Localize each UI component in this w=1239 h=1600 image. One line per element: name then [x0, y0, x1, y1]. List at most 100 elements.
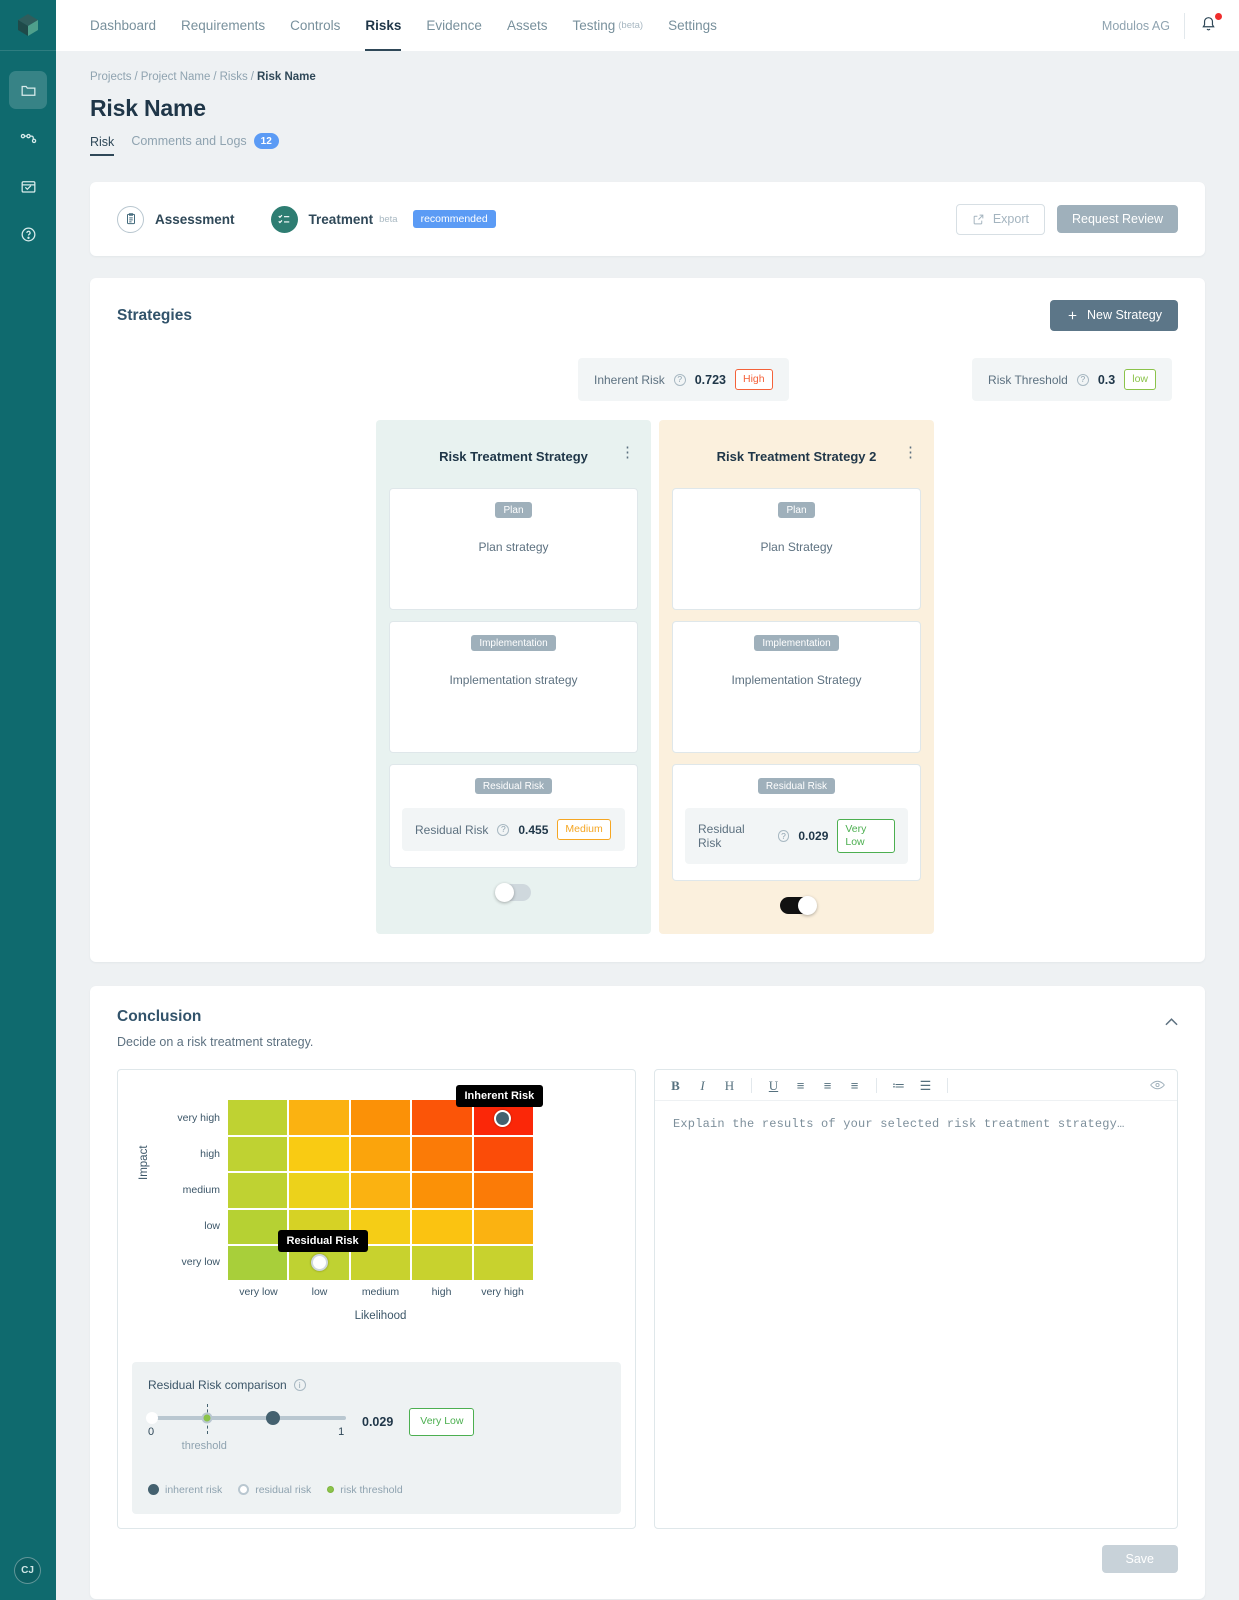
residual-risk-tag: Residual Risk [758, 778, 835, 794]
underline-icon[interactable]: U [765, 1079, 782, 1092]
help-icon[interactable]: ? [778, 830, 790, 842]
question-circle-icon [19, 225, 38, 244]
plan-tag: Plan [495, 502, 531, 518]
matrix-cell [351, 1100, 410, 1134]
slider-handle-inherent[interactable] [266, 1411, 280, 1425]
y-tick: very high [177, 1112, 220, 1124]
slider-scale: 0 1 threshold [148, 1426, 346, 1456]
nav-dashboard[interactable]: Dashboard [90, 0, 156, 51]
toolbar-divider [947, 1078, 948, 1093]
y-tick: very low [181, 1256, 220, 1268]
residual-risk-value: 0.455 [518, 823, 548, 837]
sidebar-item-catalog[interactable] [9, 167, 47, 205]
export-button[interactable]: Export [956, 204, 1045, 235]
nav-label: Settings [668, 18, 717, 33]
help-icon[interactable]: ? [497, 824, 509, 836]
nav-requirements[interactable]: Requirements [181, 0, 265, 51]
slider-max-label: 1 [338, 1426, 344, 1438]
notifications-button[interactable] [1199, 14, 1221, 38]
nav-assets[interactable]: Assets [507, 0, 548, 51]
align-center-icon[interactable]: ≡ [819, 1079, 836, 1092]
nav-testing[interactable]: Testing (beta) [572, 0, 643, 51]
breadcrumb-project-name[interactable]: Project Name [141, 71, 211, 83]
strategies-title: Strategies [117, 307, 192, 325]
bullet-list-icon[interactable]: ☰ [917, 1079, 934, 1092]
x-tick: very low [228, 1286, 289, 1298]
nav-controls[interactable]: Controls [290, 0, 340, 51]
legend-label: inherent risk [165, 1484, 222, 1496]
step-treatment-beta: beta [379, 214, 398, 225]
strategy-1-toggle-wrap [389, 884, 638, 901]
checklist-icon [271, 206, 298, 233]
conclusion-collapse-icon[interactable] [1165, 1014, 1178, 1029]
toggle-knob [798, 896, 817, 915]
nav-settings[interactable]: Settings [668, 0, 717, 51]
conclusion-textarea-placeholder[interactable]: Explain the results of your selected ris… [655, 1101, 1177, 1147]
strategy-1-implementation-panel[interactable]: Implementation Implementation strategy [389, 621, 638, 753]
risk-matrix-panel: Impact very high high medium low very lo… [117, 1069, 636, 1528]
matrix-x-ticks: very low low medium high very high [228, 1286, 533, 1298]
tab-comments-and-logs[interactable]: Comments and Logs 12 [131, 133, 278, 156]
nav-label: Dashboard [90, 18, 156, 33]
risk-summary-row: Inherent Risk ? 0.723 High Risk Threshol… [117, 358, 1178, 401]
save-button[interactable]: Save [1102, 1545, 1179, 1574]
strategy-2-residual-panel: Residual Risk Residual Risk ? 0.029 Very… [672, 764, 921, 881]
nav-beta-tag: (beta) [618, 20, 643, 31]
info-icon[interactable]: i [294, 1379, 306, 1391]
strategy-1-select-toggle[interactable] [497, 884, 531, 901]
sidebar-items [9, 71, 47, 253]
nav-risks[interactable]: Risks [365, 0, 401, 51]
sidebar-item-projects[interactable] [9, 71, 47, 109]
risk-threshold-label: Risk Threshold [988, 373, 1068, 387]
strategy-1-plan-panel[interactable]: Plan Plan strategy [389, 488, 638, 610]
legend-dot-threshold [327, 1486, 334, 1493]
implementation-text: Implementation strategy [402, 673, 625, 687]
x-tick: very high [472, 1286, 533, 1298]
help-icon[interactable]: ? [1077, 374, 1089, 386]
assessment-treatment-bar: Assessment Treatment beta recommended [90, 182, 1205, 256]
breadcrumb-risks[interactable]: Risks [220, 71, 248, 83]
heading-icon[interactable]: H [721, 1079, 738, 1092]
strategy-2-implementation-panel[interactable]: Implementation Implementation Strategy [672, 621, 921, 753]
chart-legend: inherent risk residual risk risk thresho… [148, 1484, 605, 1496]
sitemap-icon [19, 129, 38, 148]
new-strategy-button[interactable]: New Strategy [1050, 300, 1178, 331]
request-review-button[interactable]: Request Review [1057, 205, 1178, 234]
step-assessment[interactable]: Assessment [117, 206, 235, 233]
inherent-risk-marker[interactable] [494, 1110, 511, 1127]
matrix-cell [412, 1173, 471, 1207]
slider-handle-min[interactable] [146, 1412, 158, 1424]
legend-label: residual risk [255, 1484, 311, 1496]
italic-icon[interactable]: I [694, 1079, 711, 1092]
matrix-cell [412, 1137, 471, 1171]
matrix-cell [474, 1210, 533, 1244]
breadcrumb-projects[interactable]: Projects [90, 71, 132, 83]
sidebar-item-workflows[interactable] [9, 119, 47, 157]
strategy-2-plan-panel[interactable]: Plan Plan Strategy [672, 488, 921, 610]
step-treatment-label: Treatment [309, 212, 374, 227]
eye-icon[interactable] [1150, 1078, 1165, 1093]
conclusion-card: Conclusion Decide on a risk treatment st… [90, 986, 1205, 1599]
slider-title: Residual Risk comparison [148, 1378, 287, 1392]
nav-label: Assets [507, 18, 548, 33]
residual-risk-marker[interactable] [311, 1254, 328, 1271]
help-icon[interactable]: ? [674, 374, 686, 386]
strategy-card-2-menu-icon[interactable]: ⋮ [903, 445, 917, 460]
sidebar-item-help[interactable] [9, 215, 47, 253]
align-right-icon[interactable]: ≡ [846, 1079, 863, 1092]
bold-icon[interactable]: B [667, 1079, 684, 1092]
legend-label: risk threshold [340, 1484, 402, 1496]
residual-risk-badge: Medium [557, 819, 610, 840]
strategy-card-1-menu-icon[interactable]: ⋮ [620, 445, 634, 460]
risk-comparison-slider[interactable] [148, 1416, 346, 1420]
slider-handle-threshold[interactable] [202, 1412, 213, 1423]
app-logo[interactable] [0, 0, 56, 51]
strategy-2-select-toggle[interactable] [780, 897, 814, 914]
tab-risk[interactable]: Risk [90, 135, 114, 156]
ordered-list-icon[interactable]: ≔ [890, 1079, 907, 1092]
align-left-icon[interactable]: ≡ [792, 1079, 809, 1092]
step-treatment[interactable]: Treatment beta recommended [271, 206, 496, 233]
avatar[interactable]: CJ [14, 1557, 41, 1584]
slider-threshold-label: threshold [182, 1440, 227, 1452]
nav-evidence[interactable]: Evidence [426, 0, 482, 51]
